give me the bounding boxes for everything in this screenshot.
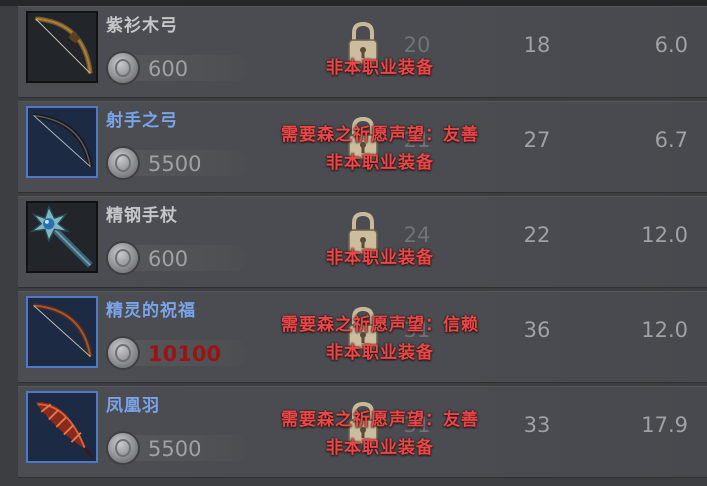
item-stat-2: 6.0 bbox=[654, 33, 688, 57]
archer-bow-icon bbox=[26, 106, 98, 178]
shop-row-steel-staff[interactable]: 精钢手杖 600 24 非本职业装备 22 12.0 bbox=[18, 196, 707, 288]
requirement-line: 需要森之祈愿声望：友善 bbox=[281, 410, 479, 430]
silver-coin-icon bbox=[106, 51, 140, 85]
item-stat-1: 18 bbox=[523, 33, 551, 57]
shop-row-elven-blessing[interactable]: 精灵的祝福 10100 31 需要森之祈愿声望：信赖 非本职业装备 36 12.… bbox=[18, 291, 707, 383]
item-name: 精钢手杖 bbox=[106, 206, 178, 226]
shop-row-yew-bow[interactable]: 紫衫木弓 600 20 非本职业装备 18 6.0 bbox=[18, 6, 707, 98]
requirement-line: 非本职业装备 bbox=[326, 153, 434, 173]
silver-coin-icon bbox=[106, 336, 140, 370]
phoenix-feather-icon bbox=[26, 391, 98, 463]
requirement-line: 非本职业装备 bbox=[326, 248, 434, 268]
item-stat-1: 36 bbox=[523, 318, 551, 342]
requirement-line: 非本职业装备 bbox=[326, 58, 434, 78]
silver-coin-icon bbox=[106, 431, 140, 465]
item-price: 10100 bbox=[148, 342, 222, 366]
silver-coin-icon bbox=[106, 146, 140, 180]
item-stat-1: 27 bbox=[523, 128, 551, 152]
item-name: 射手之弓 bbox=[106, 111, 178, 131]
item-stat-1: 22 bbox=[523, 223, 551, 247]
item-stat-2: 12.0 bbox=[641, 223, 688, 247]
item-name: 精灵的祝福 bbox=[106, 301, 196, 321]
item-stat-1: 33 bbox=[523, 413, 551, 437]
item-stat-2: 12.0 bbox=[641, 318, 688, 342]
shop-item-list: 紫衫木弓 600 20 非本职业装备 18 6.0 射手之弓 5500 21 需… bbox=[0, 0, 707, 486]
yew-bow-icon bbox=[26, 11, 98, 83]
elven-bow-icon bbox=[26, 296, 98, 368]
silver-coin-icon bbox=[106, 241, 140, 275]
item-name: 紫衫木弓 bbox=[106, 16, 178, 36]
item-stat-2: 6.7 bbox=[654, 128, 688, 152]
requirement-line: 非本职业装备 bbox=[326, 438, 434, 458]
item-stat-2: 17.9 bbox=[641, 413, 688, 437]
steel-staff-icon bbox=[26, 201, 98, 273]
item-price: 600 bbox=[148, 57, 189, 81]
shop-row-phoenix-feather[interactable]: 凤凰羽 5500 31 需要森之祈愿声望：友善 非本职业装备 33 17.9 bbox=[18, 386, 707, 478]
item-price: 5500 bbox=[148, 437, 202, 461]
requirement-line: 非本职业装备 bbox=[326, 343, 434, 363]
item-price: 600 bbox=[148, 247, 189, 271]
item-name: 凤凰羽 bbox=[106, 396, 160, 416]
item-price: 5500 bbox=[148, 152, 202, 176]
shop-row-archer-bow[interactable]: 射手之弓 5500 21 需要森之祈愿声望：友善 非本职业装备 27 6.7 bbox=[18, 101, 707, 193]
requirement-line: 需要森之祈愿声望：信赖 bbox=[281, 315, 479, 335]
requirement-line: 需要森之祈愿声望：友善 bbox=[281, 125, 479, 145]
